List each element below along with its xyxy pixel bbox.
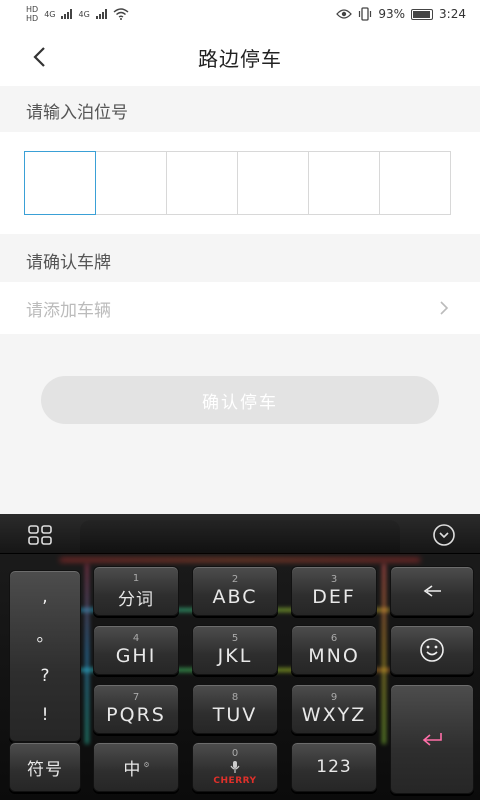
numeric-key[interactable]: 123 [291, 742, 377, 792]
key-4[interactable]: 4 GHI [93, 625, 179, 675]
settings-dot-icon: ⚙ [143, 760, 151, 769]
language-switch-key[interactable]: 中 ⚙ [93, 742, 179, 792]
battery-icon [411, 8, 434, 20]
key-7[interactable]: 7 PQRS [93, 684, 179, 734]
slot-box-6[interactable] [379, 151, 451, 215]
punct-exclaim: ! [41, 705, 49, 726]
key-label: PQRS [106, 704, 166, 726]
key-label: 中 ⚙ [123, 755, 151, 780]
slot-panel [0, 132, 480, 234]
backspace-icon [423, 585, 441, 597]
signal-icon [61, 9, 73, 19]
key-label: DEF [312, 586, 356, 608]
chevron-down-circle-icon [433, 524, 455, 546]
enter-icon [422, 733, 442, 746]
battery-percent: 93% [378, 7, 406, 21]
chevron-left-icon [33, 47, 45, 67]
key-number: 9 [330, 692, 338, 703]
glow-line [382, 564, 386, 744]
key-label: TUV [212, 704, 258, 726]
microphone-icon [230, 761, 240, 773]
chevron-right-icon [434, 298, 454, 318]
key-number: 8 [231, 692, 239, 703]
smiley-icon [420, 638, 444, 662]
page-title: 路边停车 [198, 46, 282, 71]
key-label: MNO [308, 645, 360, 667]
hd-label-2: HD [26, 14, 39, 23]
status-right: 93% 3:24 [336, 7, 466, 21]
hd-label-1: HD [26, 5, 39, 14]
key-number: 6 [330, 633, 338, 644]
key-label: JKL [217, 645, 253, 667]
signal-icon-2 [95, 9, 107, 19]
enter-key[interactable] [390, 684, 474, 794]
backspace-key[interactable] [390, 566, 474, 616]
slot-box-1[interactable] [24, 151, 96, 215]
status-bar: HD HD 4G 4G 93% 3:24 [0, 0, 480, 28]
net-label-2: 4G [78, 9, 90, 19]
key-label: WXYZ [301, 704, 367, 726]
slot-box-2[interactable] [95, 151, 167, 215]
key-2[interactable]: 2 ABC [192, 566, 278, 616]
slot-input-row [24, 151, 451, 215]
punct-period: 。 [36, 626, 54, 647]
brand-label: CHERRY [213, 776, 257, 786]
slot-box-5[interactable] [308, 151, 380, 215]
back-button[interactable] [24, 42, 54, 72]
vibrate-icon [359, 7, 372, 21]
key-number: 5 [231, 633, 239, 644]
plate-label: 请确认车牌 [26, 253, 111, 273]
punctuation-key[interactable]: , 。 ? ! [9, 570, 81, 742]
key-label: GHI [115, 645, 157, 667]
keyboard-menu-button[interactable] [26, 523, 54, 547]
key-number: 7 [132, 692, 140, 703]
key-number: 3 [330, 574, 338, 585]
glow-line [60, 558, 420, 562]
key-5[interactable]: 5 JKL [192, 625, 278, 675]
ime-keyboard: , 。 ? ! 1 分词 2 ABC 3 DEF 4 GHI 5 JKL 6 M… [0, 514, 480, 800]
key-label: ABC [212, 586, 258, 608]
zh-label: 中 [123, 759, 142, 780]
slot-label: 请输入泊位号 [26, 103, 128, 123]
clock: 3:24 [439, 7, 466, 21]
key-8[interactable]: 8 TUV [192, 684, 278, 734]
punct-question: ? [40, 665, 50, 686]
wifi-icon [113, 8, 129, 20]
nav-bar: 路边停车 [0, 28, 480, 86]
key-number: 2 [231, 574, 239, 585]
punct-comma: , [42, 586, 48, 607]
symbol-key[interactable]: 符号 [9, 742, 81, 792]
slot-box-3[interactable] [166, 151, 238, 215]
key-3[interactable]: 3 DEF [291, 566, 377, 616]
hd-indicator: HD HD [26, 5, 38, 23]
key-label: 分词 [118, 589, 154, 610]
net-label-1: 4G [44, 9, 56, 19]
space-key[interactable]: 0 CHERRY [192, 742, 278, 792]
key-number: 4 [132, 633, 140, 644]
glow-line [85, 564, 89, 744]
key-1[interactable]: 1 分词 [93, 566, 179, 616]
confirm-parking-button[interactable]: 确认停车 [41, 376, 439, 424]
grid-icon [28, 525, 52, 545]
key-number: 1 [132, 572, 140, 584]
add-vehicle-row[interactable]: 请添加车辆 [0, 282, 480, 334]
add-vehicle-placeholder: 请添加车辆 [26, 300, 111, 321]
key-number: 0 [231, 748, 239, 759]
key-label: 123 [316, 757, 352, 777]
key-9[interactable]: 9 WXYZ [291, 684, 377, 734]
keyboard-hide-button[interactable] [430, 522, 458, 548]
eye-icon [336, 9, 353, 19]
slot-box-4[interactable] [237, 151, 309, 215]
keyboard-toolbar [0, 514, 480, 554]
status-left: HD HD 4G 4G [26, 5, 129, 23]
emoji-key[interactable] [390, 625, 474, 675]
key-label: 符号 [27, 759, 63, 780]
key-6[interactable]: 6 MNO [291, 625, 377, 675]
